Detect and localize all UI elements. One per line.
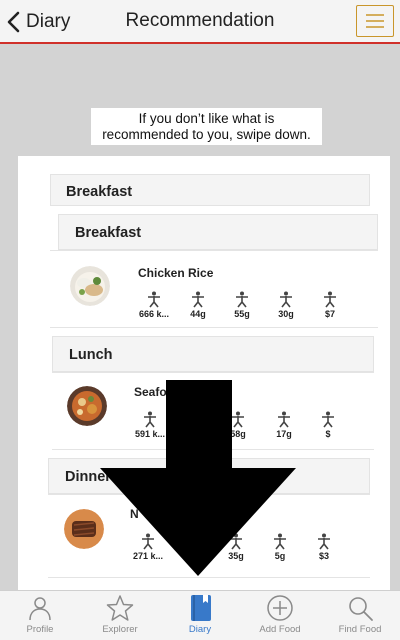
food-image-dinner	[64, 509, 104, 549]
tab-add-food[interactable]: Add Food	[240, 591, 320, 640]
tab-find-food[interactable]: Find Food	[320, 591, 400, 640]
menu-button[interactable]	[356, 5, 394, 37]
swipe-tip-line-2: recommended to you, swipe down.	[102, 127, 311, 142]
nutrient-calories: 666 k...	[132, 291, 176, 319]
star-icon	[106, 595, 134, 621]
section-breakfast-title: Breakfast	[75, 225, 142, 241]
nutrient-fat: 30g	[264, 291, 308, 319]
person-nutrient-icon	[322, 411, 334, 428]
person-nutrient-icon	[280, 291, 292, 308]
section-lunch: Lunch	[52, 336, 374, 372]
person-nutrient-icon	[236, 291, 248, 308]
book-icon	[191, 595, 211, 621]
tab-diary[interactable]: Diary	[160, 591, 240, 640]
menu-icon	[366, 14, 384, 28]
section-lunch-title: Lunch	[69, 347, 113, 363]
person-icon	[29, 597, 51, 621]
nutrient-carbs: 55g	[220, 291, 264, 319]
section-breakfast: Breakfast	[58, 214, 378, 250]
meal-row-breakfast[interactable]: Chicken Rice 666 k... 44g 55g 30g $7	[50, 250, 378, 328]
nutrient-protein: 44g	[176, 291, 220, 319]
page-title: Recommendation	[125, 10, 275, 31]
food-name-breakfast: Chicken Rice	[138, 266, 214, 280]
tab-explorer[interactable]: Explorer	[80, 591, 160, 640]
tab-bar: Profile Explorer Diary Add Food Find Foo…	[0, 590, 400, 640]
nutrient-price: $7	[308, 291, 352, 319]
navigation-bar: Diary Recommendation	[0, 0, 400, 44]
person-nutrient-icon	[192, 291, 204, 308]
food-image-chicken-rice	[70, 266, 110, 306]
swipe-down-arrow-icon	[100, 380, 296, 576]
section-header-top: Breakfast	[50, 174, 370, 206]
swipe-tip-line-1: If you don’t like what is	[138, 111, 275, 126]
tab-profile[interactable]: Profile	[0, 591, 80, 640]
swipe-tip: If you don’t like what is recommended to…	[91, 108, 322, 145]
search-icon	[349, 597, 373, 621]
plus-circle-icon	[267, 595, 293, 621]
person-nutrient-icon	[324, 291, 336, 308]
nutrient-price: $	[306, 411, 350, 439]
section-header-top-title: Breakfast	[66, 184, 133, 200]
person-nutrient-icon	[148, 291, 160, 308]
person-nutrient-icon	[318, 533, 330, 550]
nutrient-price: $3	[302, 533, 346, 561]
